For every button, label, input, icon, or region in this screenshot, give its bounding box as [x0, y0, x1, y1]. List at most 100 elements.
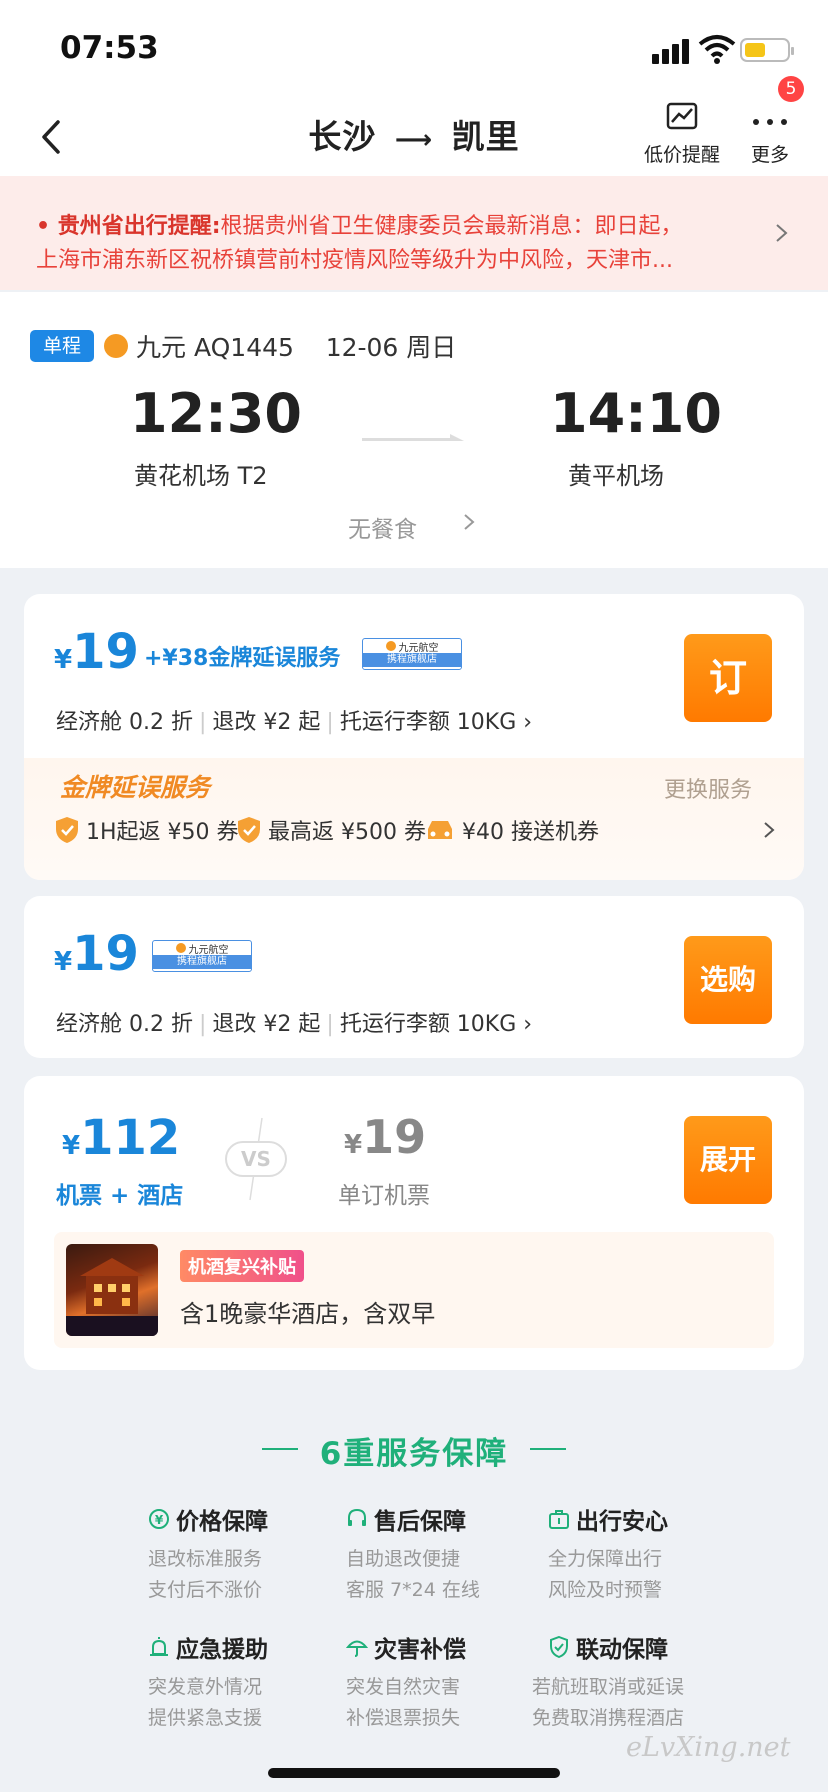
baggage-allowance: 托运行李额 10KG	[339, 1012, 517, 1037]
versus-icon: VS	[225, 1117, 287, 1201]
yen-circle-icon: ¥	[149, 1509, 169, 1529]
notice-text-1: 根据贵州省卫生健康委员会最新消息：即日起，	[220, 214, 683, 239]
meal-info[interactable]: 无餐食	[348, 510, 417, 544]
perk-label: 1H起返 ¥50 券	[86, 820, 239, 845]
perk-item: ¥40 接送机券	[424, 814, 599, 846]
departure-time: 12:30	[130, 382, 302, 445]
status-time: 07:53	[60, 30, 159, 66]
flight-hotel-bundle-card[interactable]: ¥112 机票 + 酒店 VS ¥19 单订机票 展开 机酒复兴补贴 含1晚豪华…	[24, 1076, 804, 1370]
fare-price: ¥19	[54, 624, 139, 680]
departure-airport: 黄花机场 T2	[134, 462, 268, 490]
refund-rule: 退改 ¥2 起	[212, 1012, 321, 1037]
perk-label: 最高返 ¥500 券	[268, 820, 426, 845]
more-button[interactable]: 更多	[740, 100, 800, 167]
chevron-right-icon[interactable]	[762, 818, 776, 842]
tag-airline: 九元航空	[188, 944, 229, 956]
chevron-right-icon[interactable]	[462, 510, 476, 534]
airline-logo-icon	[385, 641, 396, 651]
nav-bar: 长沙 ⟶ 凯里 低价提醒 更多	[0, 100, 828, 176]
price-value: 19	[362, 1110, 427, 1164]
hotel-photo	[66, 1244, 158, 1336]
service-desc: 补偿退票损失	[346, 1707, 461, 1729]
travel-notice-banner[interactable]: • 贵州省出行提醒:根据贵州省卫生健康委员会最新消息：即日起， 上海市浦东新区祝…	[0, 176, 828, 290]
single-ticket-price: ¥19	[344, 1110, 426, 1164]
battery-icon	[740, 38, 794, 62]
home-indicator[interactable]	[268, 1768, 560, 1778]
service-desc: 自助退改便捷	[346, 1548, 461, 1570]
select-buy-button[interactable]: 选购	[684, 936, 772, 1024]
service-title: 售后保障	[374, 1509, 466, 1535]
cabin-class: 经济舱 0.2 折	[56, 710, 193, 735]
cellular-signal-icon	[652, 39, 689, 64]
service-desc: 免费取消携程酒店	[532, 1707, 685, 1729]
route-arrow-icon: ⟶	[394, 125, 434, 155]
airline-logo-icon	[175, 943, 186, 953]
service-desc: 全力保障出行	[548, 1548, 663, 1570]
expand-button[interactable]: 展开	[684, 1116, 772, 1204]
service-item-price[interactable]: ¥ 价格保障 退改标准服务 支付后不涨价	[148, 1502, 348, 1606]
tag-store: 携程旗舰店	[363, 653, 461, 667]
watermark: eLvXing.net	[626, 1732, 791, 1763]
flight-arrow-icon	[362, 434, 464, 441]
hotel-description: 含1晚豪华酒店，含双早	[180, 1300, 436, 1328]
umbrella-icon	[346, 1640, 368, 1657]
chart-alert-icon	[666, 102, 698, 130]
cabin-class: 经济舱 0.2 折	[56, 1012, 193, 1037]
bundle-price: ¥112	[62, 1110, 180, 1166]
suitcase-icon	[549, 1510, 569, 1529]
headset-icon	[348, 1508, 366, 1526]
chevron-right-icon: ›	[516, 1012, 533, 1037]
more-notification-badge: 5	[778, 76, 804, 102]
perk-item: 最高返 ¥500 券	[236, 814, 426, 846]
low-price-alert-button[interactable]: 低价提醒	[640, 100, 724, 167]
chevron-right-icon: ›	[516, 710, 533, 735]
service-desc: 若航班取消或延误	[532, 1676, 685, 1698]
price-value: 112	[80, 1110, 181, 1166]
service-desc: 退改标准服务	[148, 1548, 263, 1570]
service-item-travel-safe[interactable]: 出行安心 全力保障出行 风险及时预警	[548, 1502, 748, 1606]
chevron-right-icon	[776, 224, 788, 242]
service-title: 应急援助	[176, 1637, 268, 1663]
bundle-label: 机票 + 酒店	[56, 1183, 184, 1209]
price-symbol: ¥	[54, 645, 73, 675]
shield-check-icon	[238, 817, 260, 843]
low-price-alert-label: 低价提醒	[643, 144, 720, 166]
shield-check-icon	[56, 817, 78, 843]
tag-airline: 九元航空	[398, 642, 439, 654]
hotel-offer[interactable]: 机酒复兴补贴 含1晚豪华酒店，含双早	[54, 1232, 774, 1348]
service-item-aftersale[interactable]: 售后保障 自助退改便捷 客服 7*24 在线	[346, 1502, 546, 1606]
more-label: 更多	[750, 144, 789, 166]
price-symbol: ¥	[54, 947, 73, 977]
service-item-linked[interactable]: 联动保障 若航班取消或延误 免费取消携程酒店	[532, 1630, 748, 1734]
airline-flagship-tag: 九元航空 携程旗舰店	[152, 940, 252, 972]
price-value: 19	[72, 624, 139, 680]
book-button[interactable]: 订	[684, 634, 772, 722]
service-desc: 客服 7*24 在线	[346, 1579, 480, 1601]
change-service-link[interactable]: 更换服务	[664, 772, 752, 804]
route-to: 凯里	[451, 117, 520, 156]
fare-card-basic[interactable]: ¥19 九元航空 携程旗舰店 选购 经济舱 0.2 折 | 退改 ¥2 起 | 托运行李…	[24, 896, 804, 1058]
notice-line-1: • 贵州省出行提醒:根据贵州省卫生健康委员会最新消息：即日起，	[36, 214, 683, 239]
service-title: 联动保障	[576, 1637, 668, 1663]
service-item-emergency[interactable]: 应急援助 突发意外情况 提供紧急支援	[148, 1630, 348, 1734]
service-desc: 突发意外情况	[148, 1676, 263, 1698]
perk-label: ¥40 接送机券	[462, 820, 599, 845]
divider	[530, 1448, 566, 1450]
alarm-icon	[150, 1637, 168, 1656]
service-item-disaster[interactable]: 灾害补偿 突发自然灾害 补偿退票损失	[346, 1630, 546, 1734]
route-from: 长沙	[308, 117, 377, 156]
perk-item: 1H起返 ¥50 券	[54, 814, 239, 846]
refund-rule: 退改 ¥2 起	[212, 710, 321, 735]
service-title: 价格保障	[176, 1509, 268, 1535]
tag-store: 携程旗舰店	[153, 955, 251, 969]
airline-flagship-tag: 九元航空 携程旗舰店	[362, 638, 462, 670]
fare-rules[interactable]: 经济舱 0.2 折 | 退改 ¥2 起 | 托运行李额 10KG ›	[56, 1006, 532, 1038]
subsidy-tag: 机酒复兴补贴	[180, 1250, 304, 1282]
notice-title: 贵州省出行提醒:	[57, 214, 221, 239]
delay-service-addon: +¥38金牌延误服务	[144, 646, 341, 671]
flight-number-date: 九元 AQ1445 12-06 周日	[136, 333, 457, 362]
car-icon	[428, 821, 452, 839]
fare-card-delay-service[interactable]: ¥19 +¥38金牌延误服务 九元航空 携程旗舰店 订 经济舱 0.2 折 | 退改…	[24, 594, 804, 880]
service-desc: 提供紧急支援	[148, 1707, 263, 1729]
fare-rules[interactable]: 经济舱 0.2 折 | 退改 ¥2 起 | 托运行李额 10KG ›	[56, 704, 532, 736]
